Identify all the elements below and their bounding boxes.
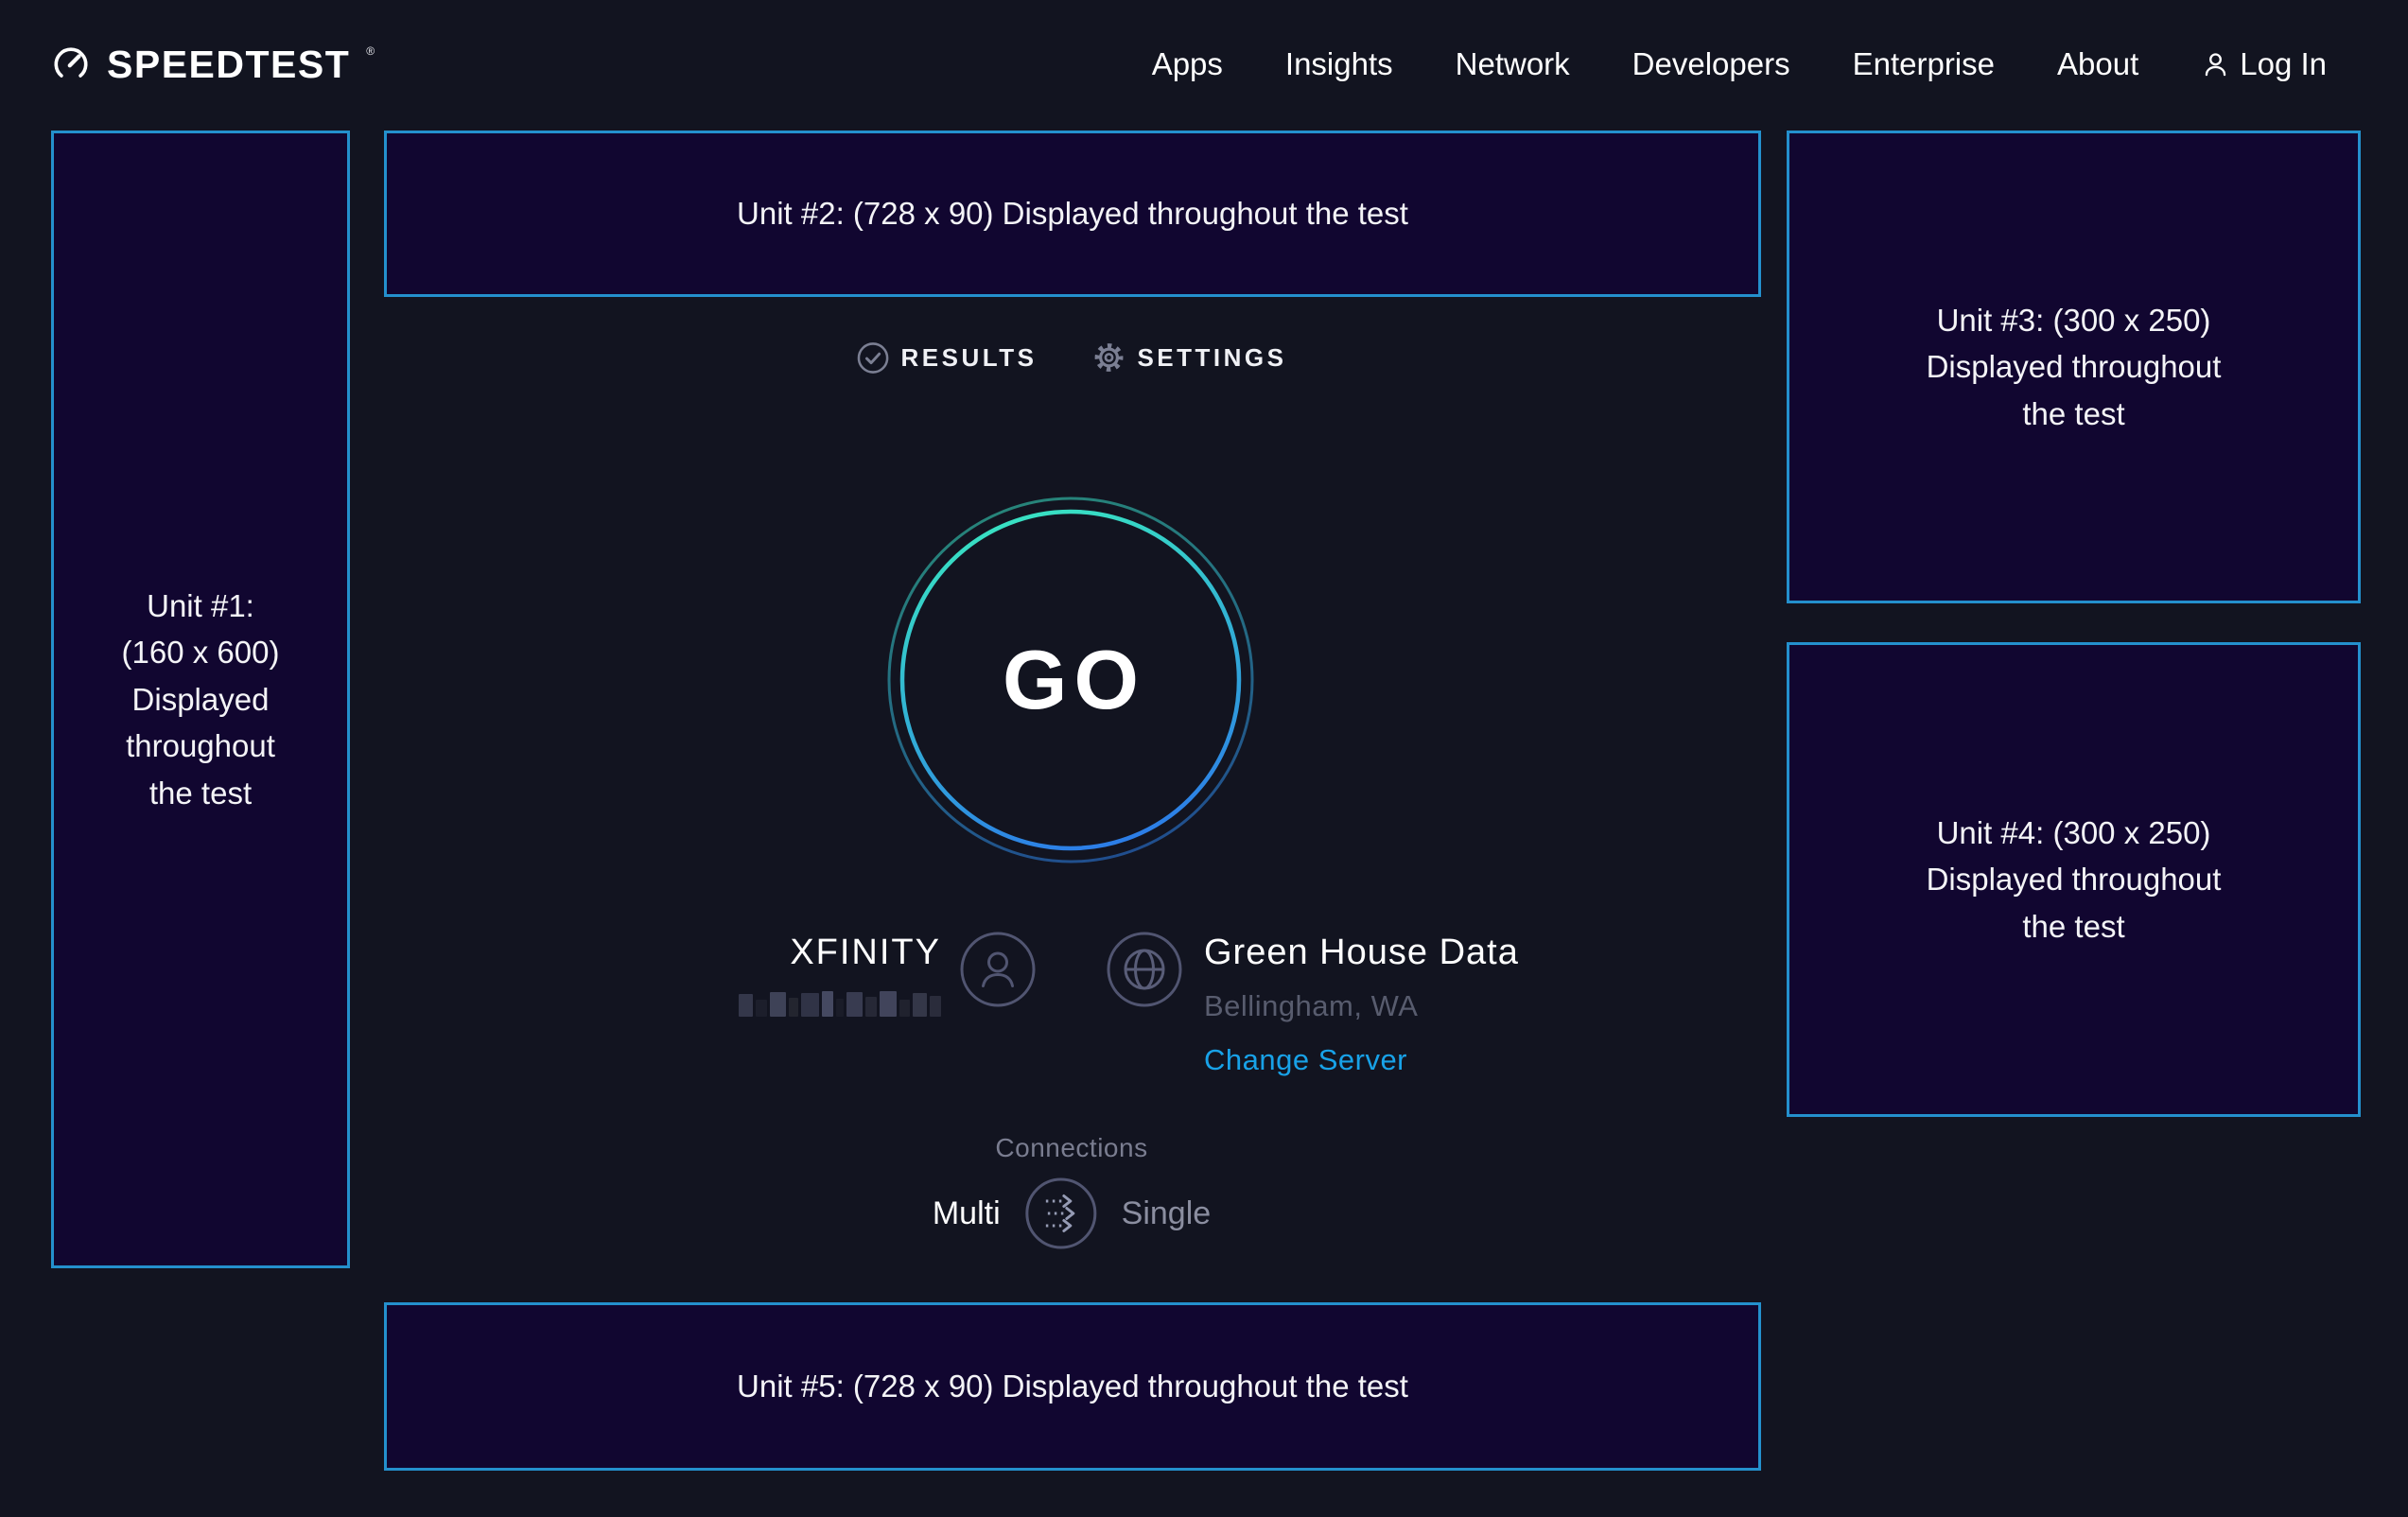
server-location: Bellingham, WA (1204, 989, 1418, 1023)
go-button[interactable]: GO (886, 496, 1255, 864)
nav-item-about[interactable]: About (2057, 46, 2138, 82)
tab-results-label: RESULTS (901, 343, 1038, 373)
check-circle-icon (857, 341, 890, 375)
server-name: Green House Data (1204, 932, 1519, 973)
isp-info: XFINITY (739, 932, 1036, 1017)
isp-user-icon (960, 932, 1036, 1007)
change-server-link[interactable]: Change Server (1204, 1043, 1407, 1077)
ad-unit-1[interactable]: Unit #1: (160 x 600) Displayed throughou… (51, 131, 350, 1268)
login-button[interactable]: Log In (2201, 46, 2327, 82)
speedtest-gauge-icon (49, 43, 93, 86)
ad-unit-3[interactable]: Unit #3: (300 x 250) Displayed throughou… (1787, 131, 2361, 603)
connections-label: Connections (995, 1133, 1147, 1163)
tab-results[interactable]: RESULTS (857, 341, 1038, 375)
nav-item-insights[interactable]: Insights (1285, 46, 1393, 82)
nav-item-apps[interactable]: Apps (1152, 46, 1223, 82)
redacted-ip-text (739, 991, 941, 1017)
nav-item-enterprise[interactable]: Enterprise (1853, 46, 1995, 82)
isp-name: XFINITY (790, 932, 941, 973)
isp-text: XFINITY (739, 932, 941, 1017)
results-settings-tabs: RESULTS SETTINGS (857, 340, 1287, 375)
go-button-area: GO (886, 496, 1255, 864)
speedtest-logo[interactable]: SPEEDTEST ® (49, 43, 373, 87)
connections-toggle-icon[interactable] (1025, 1177, 1097, 1249)
gear-icon (1091, 340, 1125, 375)
tab-settings-label: SETTINGS (1137, 343, 1286, 373)
main-nav: Apps Insights Network Developers Enterpr… (1152, 46, 2327, 82)
nav-item-network[interactable]: Network (1456, 46, 1570, 82)
brand-trademark: ® (366, 44, 375, 58)
tab-settings[interactable]: SETTINGS (1091, 340, 1286, 375)
connections-toggle-row: Multi Single (933, 1177, 1211, 1249)
ad-unit-5[interactable]: Unit #5: (728 x 90) Displayed throughout… (384, 1302, 1761, 1471)
top-nav-bar: SPEEDTEST ® Apps Insights Network Develo… (0, 0, 2408, 129)
nav-item-developers[interactable]: Developers (1632, 46, 1790, 82)
server-info: Green House Data Bellingham, WA Change S… (1107, 932, 1519, 1077)
brand-name: SPEEDTEST (107, 43, 350, 87)
go-button-label: GO (886, 496, 1255, 864)
connections-multi-option[interactable]: Multi (933, 1195, 1001, 1232)
ad-unit-2[interactable]: Unit #2: (728 x 90) Displayed throughout… (384, 131, 1761, 297)
connections-single-option[interactable]: Single (1122, 1195, 1212, 1232)
server-text: Green House Data Bellingham, WA Change S… (1204, 932, 1519, 1077)
user-icon (2201, 50, 2230, 79)
globe-icon (1107, 932, 1182, 1007)
login-label: Log In (2240, 46, 2327, 82)
ad-unit-4[interactable]: Unit #4: (300 x 250) Displayed throughou… (1787, 642, 2361, 1117)
